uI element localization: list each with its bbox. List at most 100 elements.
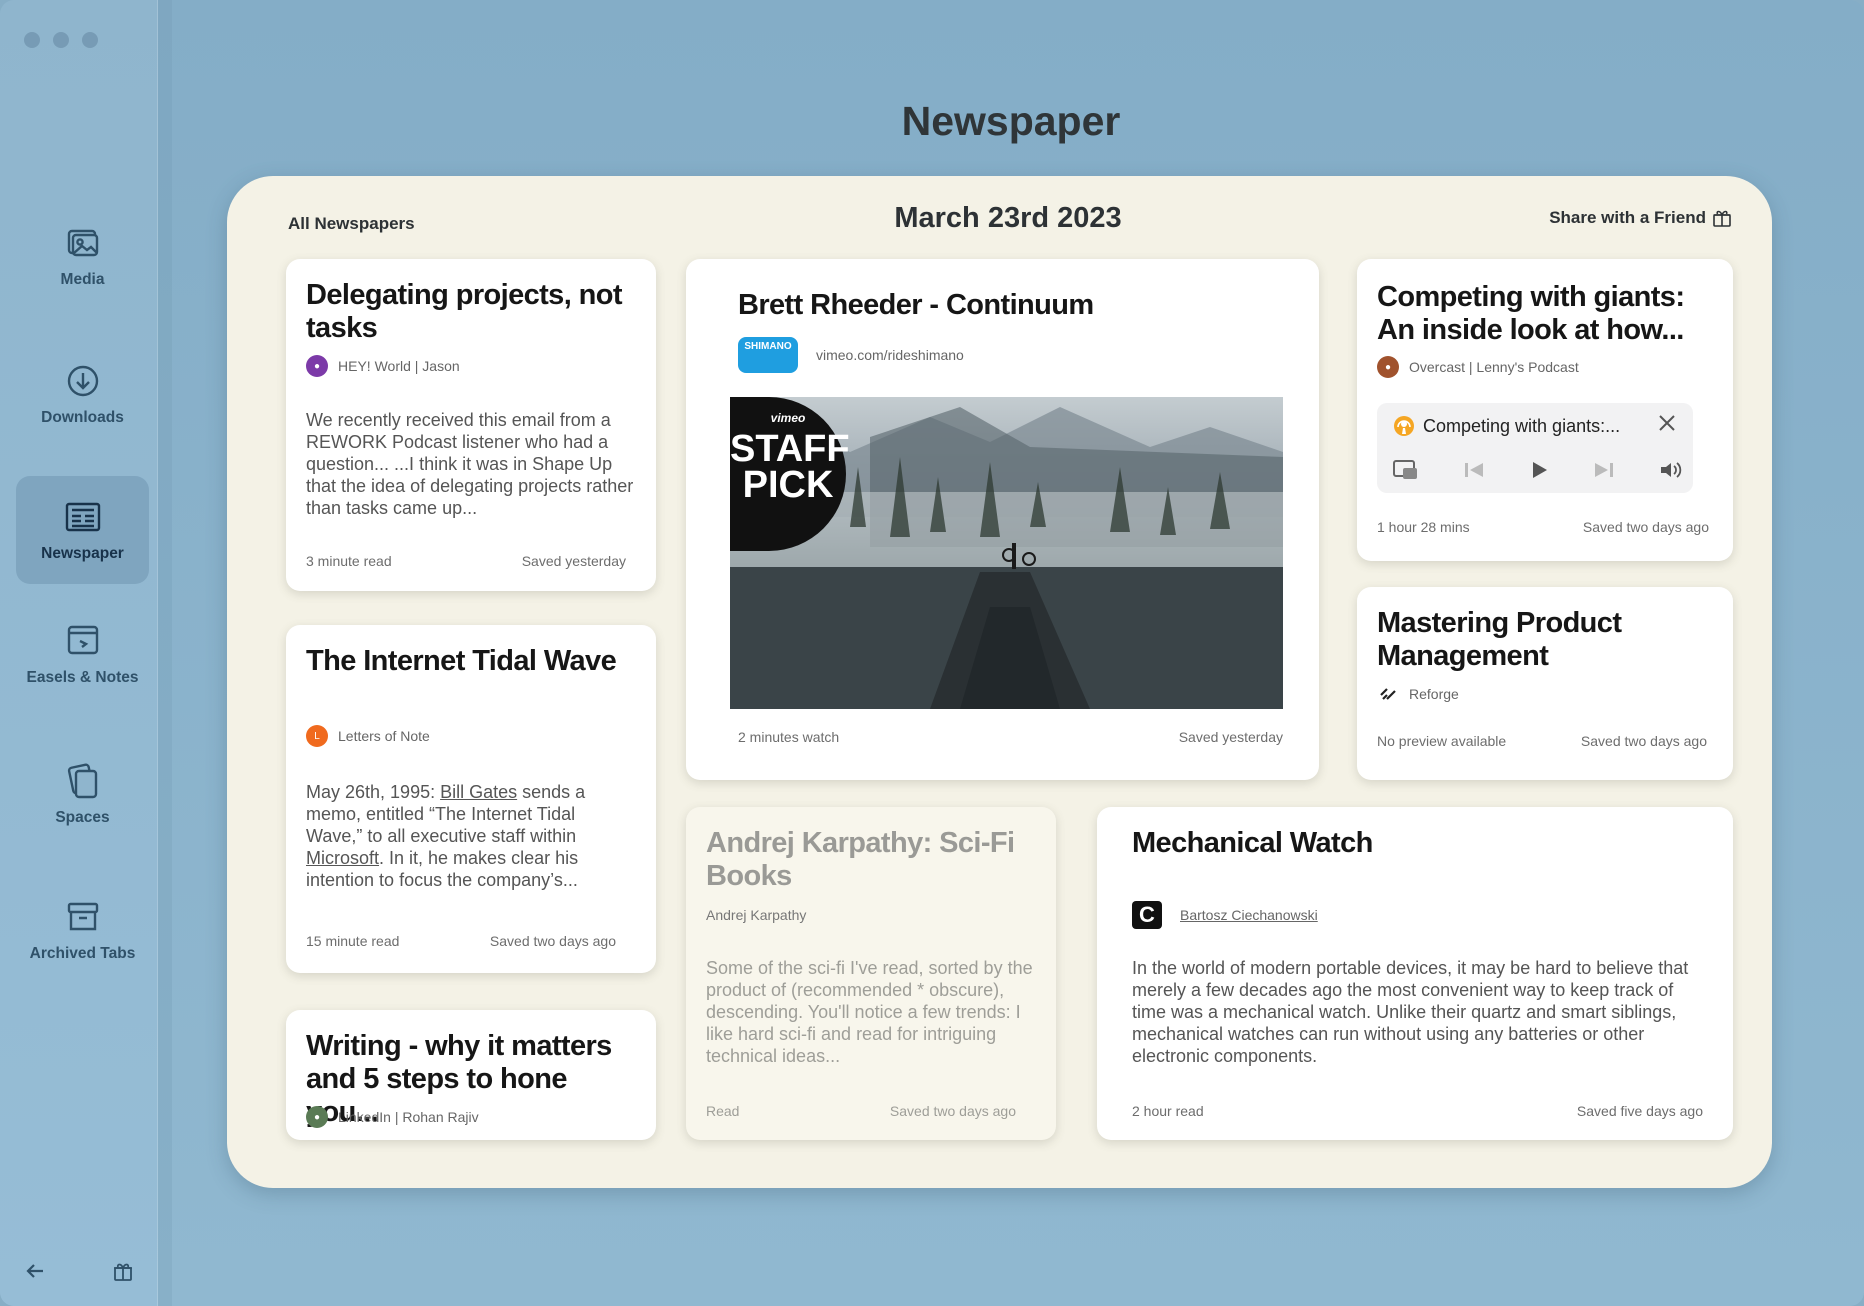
player-controls: [1393, 459, 1683, 481]
saved-time: Saved two days ago: [1582, 519, 1709, 535]
download-icon: [67, 365, 98, 397]
podcast-icon: [1394, 416, 1414, 436]
card-title: Andrej Karpathy: Sci-Fi Books: [706, 827, 1015, 892]
saved-time: Saved yesterday: [521, 553, 626, 569]
vimeo-label: vimeo: [770, 411, 806, 425]
gift-button[interactable]: [112, 1260, 134, 1287]
card-title: Mastering Product Management: [1377, 607, 1622, 672]
author-link[interactable]: Bartosz Ciechanowski: [1180, 907, 1318, 923]
excerpt-text: May 26th, 1995:: [306, 782, 441, 802]
gift-icon: [114, 1263, 132, 1281]
card-excerpt: May 26th, 1995: Bill Gates sends a memo,…: [306, 781, 636, 891]
card-title: Delegating projects, not tasks: [306, 279, 623, 344]
archive-icon: [67, 902, 98, 931]
card-meta: 15 minute read Saved two days ago: [306, 933, 616, 949]
source-label: LinkedIn | Rohan Rajiv: [338, 1109, 479, 1125]
card-title: Brett Rheeder - Continuum: [738, 289, 1094, 321]
player-header: Competing with giants:...: [1393, 415, 1620, 437]
sidebar-divider: [158, 0, 172, 1306]
card-meta: 1 hour 28 mins Saved two days ago: [1377, 519, 1709, 535]
sidebar-item-easels[interactable]: Easels & Notes: [16, 600, 149, 708]
back-button[interactable]: [24, 1260, 46, 1287]
source-label: HEY! World | Jason: [338, 358, 460, 374]
bill-gates-link[interactable]: Bill Gates: [440, 782, 517, 802]
card-excerpt: Some of the sci-fi I've read, sorted by …: [706, 958, 1033, 1066]
sidebar-item-label: Media: [60, 271, 105, 288]
source-label: Letters of Note: [338, 728, 430, 744]
preview-status: No preview available: [1377, 733, 1507, 749]
gift-icon: [1713, 210, 1731, 227]
saved-time: Saved two days ago: [489, 933, 616, 949]
sidebar-item-archived-tabs[interactable]: Archived Tabs: [16, 876, 149, 984]
sidebar-item-spaces[interactable]: Spaces: [16, 740, 149, 848]
letters-of-note-icon: L: [306, 725, 328, 747]
volume-icon[interactable]: [1659, 460, 1683, 480]
article-card-karpathy[interactable]: Andrej Karpathy: Sci-Fi Books Andrej Kar…: [686, 807, 1056, 1140]
play-icon[interactable]: [1529, 460, 1549, 480]
sidebar-item-label: Newspaper: [41, 545, 124, 562]
sidebar-item-newspaper[interactable]: Newspaper: [16, 476, 149, 584]
video-card-brett-rheeder[interactable]: Brett Rheeder - Continuum SHIMANO vimeo.…: [686, 259, 1319, 780]
app-window: Media Downloads Newspaper Easels & Notes: [0, 0, 1864, 1306]
card-meta: Read Saved two days ago: [706, 1103, 1016, 1119]
skip-back-icon[interactable]: [1463, 460, 1485, 480]
card-source: ● LinkedIn | Rohan Rajiv: [306, 1106, 479, 1128]
card-source: ● HEY! World | Jason: [306, 355, 460, 377]
spaces-icon: [67, 763, 97, 799]
close-icon: [1659, 415, 1675, 431]
sidebar: Media Downloads Newspaper Easels & Notes: [0, 0, 158, 1306]
card-title: Mechanical Watch: [1132, 827, 1373, 859]
zoom-window-button[interactable]: [82, 32, 98, 48]
card-source: L Letters of Note: [306, 725, 430, 747]
saved-time: Saved two days ago: [889, 1103, 1016, 1119]
sidebar-item-label: Archived Tabs: [29, 945, 136, 962]
source-label: Overcast | Lenny's Podcast: [1409, 359, 1579, 375]
easel-icon: [67, 625, 98, 655]
card-excerpt: In the world of modern portable devices,…: [1132, 958, 1689, 1066]
pip-icon[interactable]: [1393, 459, 1419, 481]
close-window-button[interactable]: [24, 32, 40, 48]
pick-label: PICK: [742, 464, 834, 506]
card-meta: 2 minutes watch Saved yesterday: [738, 729, 1283, 745]
article-card-writing[interactable]: Writing - why it matters and 5 steps to …: [286, 1010, 656, 1140]
sidebar-item-label: Easels & Notes: [26, 669, 139, 686]
saved-time: Saved five days ago: [1576, 1103, 1703, 1119]
card-title: The Internet Tidal Wave: [306, 645, 617, 677]
newspaper-icon: [65, 502, 100, 532]
minimize-window-button[interactable]: [53, 32, 69, 48]
card-title: Competing with giants: An inside look at…: [1377, 281, 1685, 346]
card-source: SHIMANO vimeo.com/rideshimano: [738, 337, 964, 373]
share-label: Share with a Friend: [1549, 208, 1706, 227]
listen-time: 1 hour 28 mins: [1377, 519, 1470, 535]
player-title: Competing with giants:...: [1423, 415, 1621, 436]
saved-time: Saved yesterday: [1178, 729, 1283, 745]
microsoft-link[interactable]: Microsoft: [306, 848, 379, 868]
close-player-button[interactable]: [1657, 413, 1677, 438]
shimano-logo-icon: SHIMANO: [738, 337, 798, 373]
read-time: 3 minute read: [306, 553, 392, 569]
arrow-left-icon: [26, 1264, 43, 1278]
avatar-icon: ●: [306, 1106, 328, 1128]
card-source: ● Overcast | Lenny's Podcast: [1377, 356, 1579, 378]
skip-forward-icon[interactable]: [1593, 460, 1615, 480]
video-thumbnail[interactable]: vimeo STAFF PICK: [730, 397, 1283, 709]
audio-player: Competing with giants:...: [1377, 403, 1693, 493]
watch-time: 2 minutes watch: [738, 729, 840, 745]
article-card-mechanical-watch[interactable]: Mechanical Watch C Bartosz Ciechanowski …: [1097, 807, 1733, 1140]
avatar-icon: ●: [1377, 356, 1399, 378]
share-button[interactable]: Share with a Friend: [1549, 208, 1732, 228]
article-card-mastering[interactable]: Mastering Product Management Reforge No …: [1357, 587, 1733, 780]
source-url[interactable]: vimeo.com/rideshimano: [816, 347, 964, 363]
podcast-card-competing[interactable]: Competing with giants: An inside look at…: [1357, 259, 1733, 561]
sidebar-item-downloads[interactable]: Downloads: [16, 340, 149, 448]
window-controls: [24, 32, 98, 48]
article-card-tidal-wave[interactable]: The Internet Tidal Wave L Letters of Not…: [286, 625, 656, 973]
read-status: Read: [706, 1103, 740, 1119]
source-label: Reforge: [1409, 686, 1459, 702]
page-title: Newspaper: [901, 98, 1121, 144]
card-source: C Bartosz Ciechanowski: [1132, 901, 1318, 929]
article-card-delegating[interactable]: Delegating projects, not tasks ● HEY! Wo…: [286, 259, 656, 591]
card-excerpt: We recently received this email from a R…: [306, 410, 634, 518]
read-time: 15 minute read: [306, 933, 400, 949]
sidebar-item-label: Spaces: [55, 809, 110, 826]
